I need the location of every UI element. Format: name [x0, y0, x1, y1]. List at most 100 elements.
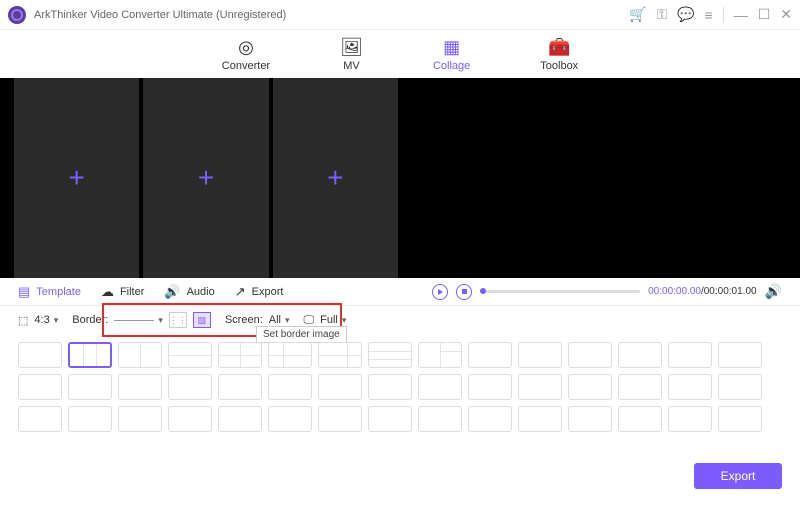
template-item[interactable]	[18, 374, 62, 400]
template-item[interactable]	[218, 406, 262, 432]
template-item[interactable]	[68, 342, 112, 368]
template-item[interactable]	[618, 342, 662, 368]
total-time: 00:00:01.00	[704, 286, 757, 297]
add-icon: +	[327, 162, 343, 194]
template-item[interactable]	[218, 374, 262, 400]
cart-icon[interactable]: 🛒	[629, 6, 646, 23]
template-item[interactable]	[168, 342, 212, 368]
tab-audio[interactable]: 🔊Audio	[164, 284, 214, 300]
ratio-value[interactable]: 4:3	[34, 314, 58, 326]
template-item[interactable]	[618, 374, 662, 400]
feedback-icon[interactable]: 💬	[677, 6, 694, 23]
screen-label: Screen:	[225, 314, 263, 326]
template-item[interactable]	[418, 374, 462, 400]
template-item[interactable]	[368, 342, 412, 368]
template-item[interactable]	[118, 374, 162, 400]
separator	[723, 7, 724, 23]
canvas-slot-5[interactable]	[531, 78, 656, 278]
template-item[interactable]	[418, 342, 462, 368]
timeline-slider[interactable]	[480, 290, 640, 293]
template-item[interactable]	[468, 374, 512, 400]
tab-label: Collage	[433, 60, 470, 72]
template-item[interactable]	[118, 342, 162, 368]
template-item[interactable]	[68, 406, 112, 432]
border-style-button[interactable]: ⋮⋮	[169, 312, 187, 328]
template-item[interactable]	[668, 406, 712, 432]
tooltip: Set border image	[256, 326, 347, 343]
canvas-slot-2[interactable]: +	[143, 78, 268, 278]
template-item[interactable]	[668, 342, 712, 368]
collage-toolbar: ▤Template ☁Filter 🔊Audio ↗Export 00:00:0…	[0, 278, 800, 306]
template-item[interactable]	[718, 374, 762, 400]
template-item[interactable]	[18, 406, 62, 432]
template-item[interactable]	[518, 342, 562, 368]
canvas-slot-6[interactable]	[661, 78, 786, 278]
template-item[interactable]	[568, 342, 612, 368]
menu-icon[interactable]: ≡	[705, 7, 713, 23]
template-item[interactable]	[118, 406, 162, 432]
converter-icon: ◎	[238, 37, 254, 58]
template-item[interactable]	[268, 342, 312, 368]
template-item[interactable]	[318, 374, 362, 400]
template-item[interactable]	[418, 406, 462, 432]
ratio-selector[interactable]: ⬚ 4:3	[18, 314, 58, 327]
template-item[interactable]	[268, 374, 312, 400]
template-item[interactable]	[618, 406, 662, 432]
add-icon: +	[68, 162, 84, 194]
template-item[interactable]	[168, 406, 212, 432]
timeline: 00:00:00.00/00:00:01.00 🔊	[432, 283, 782, 300]
template-item[interactable]	[568, 406, 612, 432]
play-button[interactable]	[432, 284, 448, 300]
export-icon: ↗	[235, 284, 246, 300]
sound-icon[interactable]: 🔊	[765, 283, 782, 300]
tab-label: Converter	[222, 60, 270, 72]
template-item[interactable]	[218, 342, 262, 368]
tab-collage[interactable]: ▦ Collage	[433, 37, 470, 72]
template-item[interactable]	[518, 406, 562, 432]
template-item[interactable]	[368, 406, 412, 432]
tab-mv[interactable]: 🖼 MV	[340, 37, 363, 72]
toolbox-icon: 🧰	[548, 37, 570, 58]
template-item[interactable]	[18, 342, 62, 368]
current-time: 00:00:00.00	[648, 286, 701, 297]
border-image-button[interactable]: ▨	[193, 312, 211, 328]
app-title: ArkThinker Video Converter Ultimate (Unr…	[34, 9, 629, 21]
tab-filter[interactable]: ☁Filter	[101, 284, 144, 300]
screen-dropdown[interactable]: All	[269, 314, 290, 326]
minimize-button[interactable]: —	[734, 7, 748, 23]
maximize-button[interactable]: ☐	[758, 6, 771, 23]
canvas-slot-1[interactable]: +	[14, 78, 139, 278]
template-item[interactable]	[68, 374, 112, 400]
template-item[interactable]	[718, 342, 762, 368]
canvas-slot-4[interactable]	[402, 78, 527, 278]
stop-button[interactable]	[456, 284, 472, 300]
template-item[interactable]	[718, 406, 762, 432]
template-item[interactable]	[668, 374, 712, 400]
tab-export[interactable]: ↗Export	[235, 284, 284, 300]
template-item[interactable]	[518, 374, 562, 400]
key-icon[interactable]: ⚿	[656, 6, 667, 23]
app-logo-icon	[8, 6, 26, 24]
border-group: Border: ⋮⋮ ▨	[72, 312, 211, 328]
label: Template	[36, 286, 81, 298]
template-item[interactable]	[468, 406, 512, 432]
template-item[interactable]	[318, 406, 362, 432]
tab-converter[interactable]: ◎ Converter	[222, 37, 270, 72]
export-button[interactable]: Export	[694, 463, 782, 489]
mv-icon: 🖼	[340, 37, 363, 58]
canvas-slot-3[interactable]: +	[273, 78, 398, 278]
label: Filter	[120, 286, 144, 298]
tab-toolbox[interactable]: 🧰 Toolbox	[540, 37, 578, 72]
template-item[interactable]	[318, 342, 362, 368]
tab-template[interactable]: ▤Template	[18, 284, 81, 300]
close-button[interactable]: ✕	[780, 6, 792, 23]
template-item[interactable]	[368, 374, 412, 400]
tab-label: Toolbox	[540, 60, 578, 72]
template-item[interactable]	[468, 342, 512, 368]
add-icon: +	[198, 162, 214, 194]
border-style-dropdown[interactable]	[114, 315, 163, 326]
template-item[interactable]	[568, 374, 612, 400]
template-item[interactable]	[168, 374, 212, 400]
full-dropdown[interactable]: Full	[320, 314, 346, 326]
template-item[interactable]	[268, 406, 312, 432]
